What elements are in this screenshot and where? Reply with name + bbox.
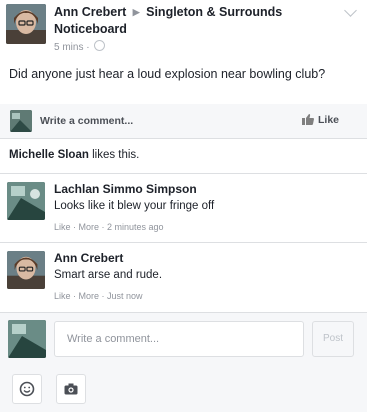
post-author-name[interactable]: Ann Crebert — [54, 5, 126, 19]
post-body-text: Did anyone just hear a loud explosion ne… — [9, 67, 326, 81]
current-user-avatar — [8, 320, 46, 358]
comment-meta[interactable]: Like · More · 2 minutes ago — [54, 222, 164, 232]
post-timestamp[interactable]: 5 mins — [54, 42, 83, 53]
comment-composer: Post — [0, 313, 367, 367]
composer-tools — [0, 367, 367, 412]
comment-item: Ann Crebert Smart arse and rude. Like · … — [0, 243, 367, 313]
globe-icon — [94, 40, 106, 51]
post-header: Ann Crebert ▶ Singleton & Surrounds Noti… — [54, 4, 344, 38]
camera-button[interactable] — [56, 374, 86, 404]
comment-input[interactable] — [54, 321, 304, 357]
comment-author-avatar[interactable] — [7, 251, 45, 289]
comment-author-avatar[interactable] — [7, 182, 45, 220]
comment-text: Smart arse and rude. — [54, 269, 163, 281]
likes-suffix: likes this. — [88, 149, 140, 161]
camera-icon — [64, 383, 78, 395]
emoji-icon — [19, 381, 35, 397]
like-button-label: Like — [317, 114, 339, 126]
comment-author-name[interactable]: Lachlan Simmo Simpson — [54, 182, 197, 196]
likes-summary: Michelle Sloan likes this. — [0, 139, 367, 174]
chevron-down-icon[interactable] — [344, 4, 357, 17]
thumbs-up-icon — [301, 114, 314, 128]
write-comment-link[interactable]: Write a comment... — [40, 115, 133, 127]
comment-author-name[interactable]: Ann Crebert — [54, 251, 123, 265]
comment-text: Looks like it blew your fringe off — [54, 200, 215, 212]
comment-meta[interactable]: Like · More · Just now — [54, 291, 143, 301]
current-user-avatar — [10, 110, 32, 132]
liker-name[interactable]: Michelle Sloan — [9, 149, 89, 161]
post-meta: 5 mins · — [54, 40, 106, 53]
post-comment-button[interactable]: Post — [312, 321, 354, 357]
comment-item: Lachlan Simmo Simpson Looks like it blew… — [0, 174, 367, 243]
emoji-button[interactable] — [12, 374, 42, 404]
post-action-bar: Write a comment... Like — [0, 104, 367, 139]
post-card: Ann Crebert ▶ Singleton & Surrounds Noti… — [0, 0, 367, 105]
arrow-right-icon: ▶ — [132, 7, 140, 17]
post-author-avatar[interactable] — [6, 4, 46, 44]
like-button[interactable]: Like — [301, 114, 339, 128]
